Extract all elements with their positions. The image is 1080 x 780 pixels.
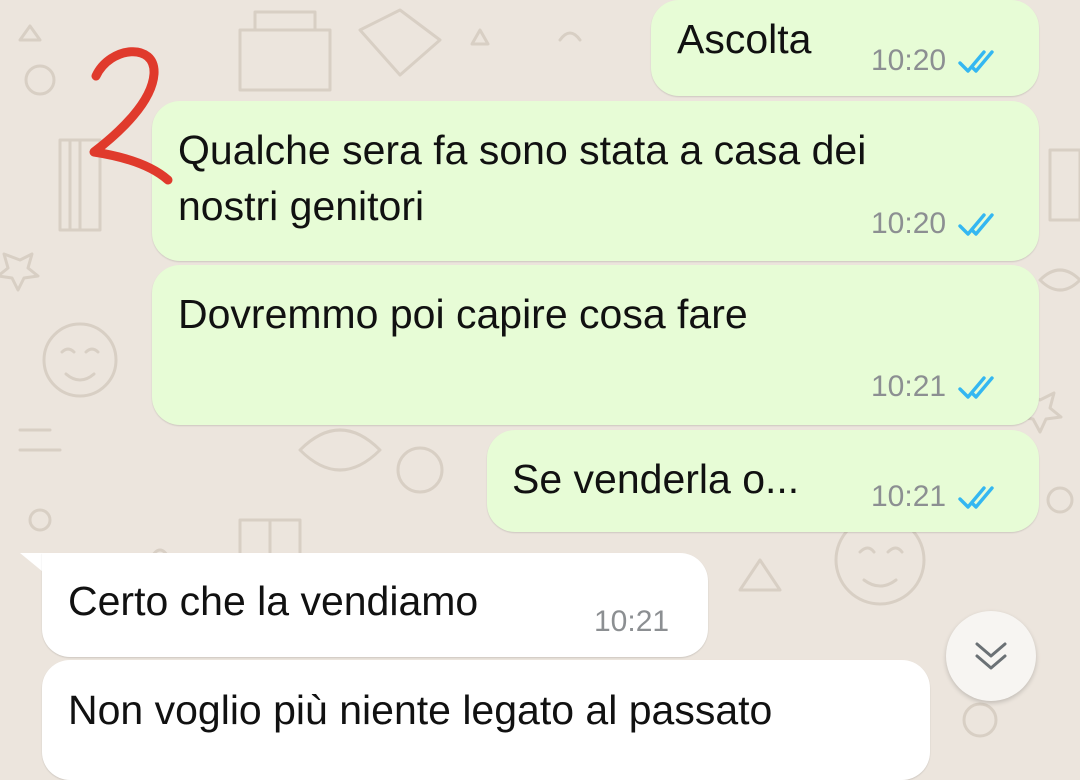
message-bubble-incoming[interactable]: Certo che la vendiamo 10:21 — [42, 553, 708, 657]
double-check-icon — [958, 376, 994, 399]
message-timestamp: 10:20 — [871, 44, 947, 77]
double-check-icon — [958, 50, 994, 73]
message-text-line: Qualche sera fa sono stata a casa dei — [178, 127, 867, 173]
message-bubble-incoming[interactable]: Non voglio più niente legato al passato — [42, 660, 930, 780]
message-timestamp: 10:21 — [871, 370, 947, 403]
message-meta: 10:21 — [594, 606, 669, 638]
message-text: Dovremmo poi capire cosa fare — [178, 291, 748, 337]
double-chevron-down-icon — [975, 642, 1007, 670]
message-meta: 10:20 — [871, 45, 1004, 77]
scroll-to-bottom-button[interactable] — [946, 611, 1036, 701]
message-text: Se venderla o... — [512, 456, 800, 502]
message-text: Non voglio più niente legato al passato — [68, 687, 773, 733]
message-bubble-outgoing[interactable]: Qualche sera fa sono stata a casa dei no… — [152, 101, 1039, 261]
message-meta: 10:21 — [871, 371, 1004, 403]
message-meta: 10:21 — [871, 481, 1004, 513]
double-check-icon — [958, 486, 994, 509]
message-meta: 10:20 — [871, 208, 1004, 240]
message-bubble-outgoing[interactable]: Dovremmo poi capire cosa fare 10:21 — [152, 265, 1039, 425]
message-timestamp: 10:21 — [594, 605, 670, 638]
double-check-icon — [958, 213, 994, 236]
message-text: Ascolta — [677, 16, 812, 62]
message-bubble-outgoing[interactable]: Ascolta 10:20 — [651, 0, 1039, 96]
message-text-line: nostri genitori — [178, 183, 425, 229]
message-timestamp: 10:21 — [871, 480, 947, 513]
message-text: Certo che la vendiamo — [68, 578, 479, 624]
message-bubble-outgoing[interactable]: Se venderla o... 10:21 — [487, 430, 1039, 532]
message-timestamp: 10:20 — [871, 207, 947, 240]
